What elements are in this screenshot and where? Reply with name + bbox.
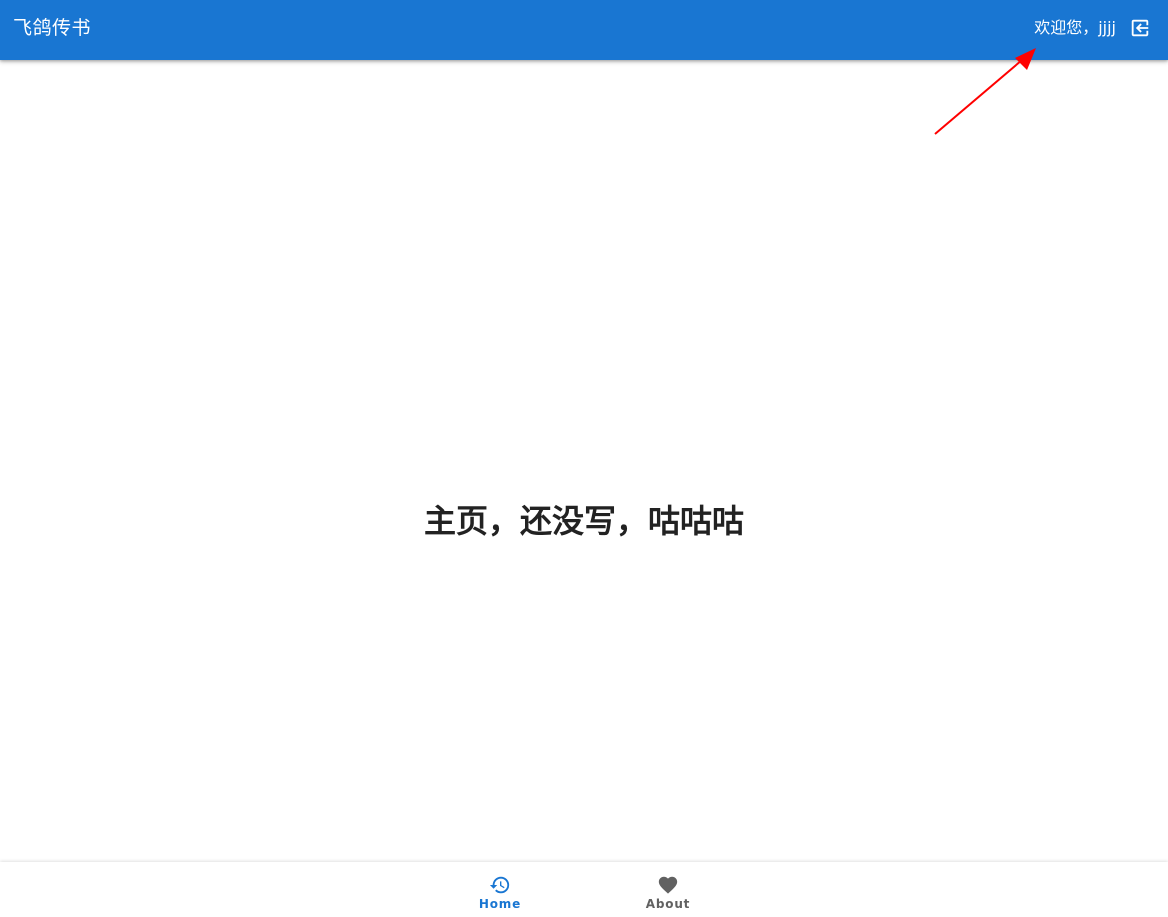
bottom-navigation: Home About [0,862,1168,917]
heart-icon [656,874,680,896]
nav-label-home: Home [478,897,522,911]
welcome-text: 欢迎您，jjjj [1034,18,1116,37]
page-heading: 主页，还没写，咕咕咕 [423,502,744,540]
annotation-arrow [934,48,1036,135]
nav-label-about: About [645,897,691,911]
logout-button[interactable] [1126,14,1154,42]
nav-item-home[interactable]: Home [416,862,584,917]
history-icon [488,874,512,896]
app-bar: 飞鸽传书 欢迎您，jjjj [0,0,1168,60]
nav-item-about[interactable]: About [584,862,752,917]
app-root: 飞鸽传书 欢迎您，jjjj 主页，还没写，咕咕咕 Home About [0,0,1168,917]
logout-icon [1131,19,1149,37]
app-title: 飞鸽传书 [13,17,92,39]
